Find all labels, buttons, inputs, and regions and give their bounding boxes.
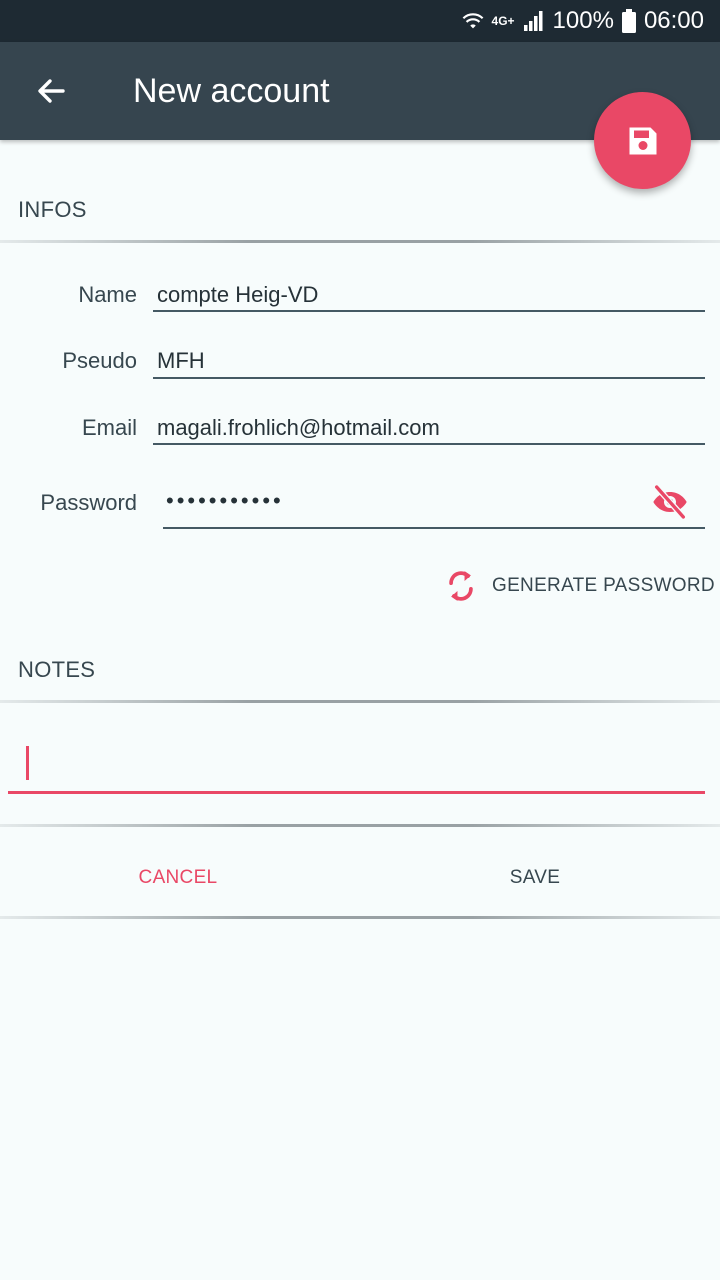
email-underline (153, 443, 705, 445)
arrow-back-icon (38, 79, 65, 103)
back-button[interactable] (26, 66, 76, 116)
notes-divider (0, 700, 720, 703)
status-icons: 4G+ 100% 06:00 (462, 0, 704, 42)
battery-percent: 100% (552, 7, 614, 34)
pseudo-underline (153, 377, 705, 379)
clock: 06:00 (643, 7, 704, 34)
name-input[interactable]: compte Heig-VD (157, 282, 318, 308)
actions-top-divider (0, 824, 720, 827)
toggle-password-visibility-button[interactable] (649, 482, 691, 522)
generate-password-label: GENERATE PASSWORD (492, 575, 715, 596)
save-disk-icon (629, 127, 656, 154)
notes-input[interactable] (8, 730, 705, 794)
password-label: Password (40, 490, 137, 515)
email-input[interactable]: magali.frohlich@hotmail.com (157, 415, 440, 441)
pseudo-input[interactable]: MFH (157, 348, 205, 374)
network-type: 4G+ (491, 14, 515, 28)
eye-off-icon (653, 484, 687, 520)
name-label: Name (78, 282, 137, 307)
email-label: Email (81, 415, 137, 440)
wifi-icon (462, 13, 483, 29)
status-bar: 4G+ 100% 06:00 (0, 0, 720, 42)
save-button[interactable]: SAVE (435, 856, 635, 900)
actions-bottom-divider (0, 916, 720, 919)
save-fab-button[interactable] (594, 92, 691, 189)
refresh-icon (449, 571, 473, 601)
page-title: New account (133, 72, 330, 110)
password-input[interactable]: ••••••••••• (166, 488, 284, 514)
text-cursor (26, 746, 29, 780)
generate-password-button[interactable]: GENERATE PASSWORD (444, 562, 715, 610)
infos-divider (0, 240, 720, 243)
pseudo-label: Pseudo (62, 348, 137, 373)
name-underline (153, 310, 705, 312)
signal-icon (523, 11, 543, 31)
password-underline (163, 527, 705, 529)
cancel-button[interactable]: CANCEL (78, 856, 278, 900)
section-notes-title: NOTES (18, 657, 96, 682)
battery-icon (621, 9, 636, 33)
section-infos-title: INFOS (18, 197, 87, 222)
